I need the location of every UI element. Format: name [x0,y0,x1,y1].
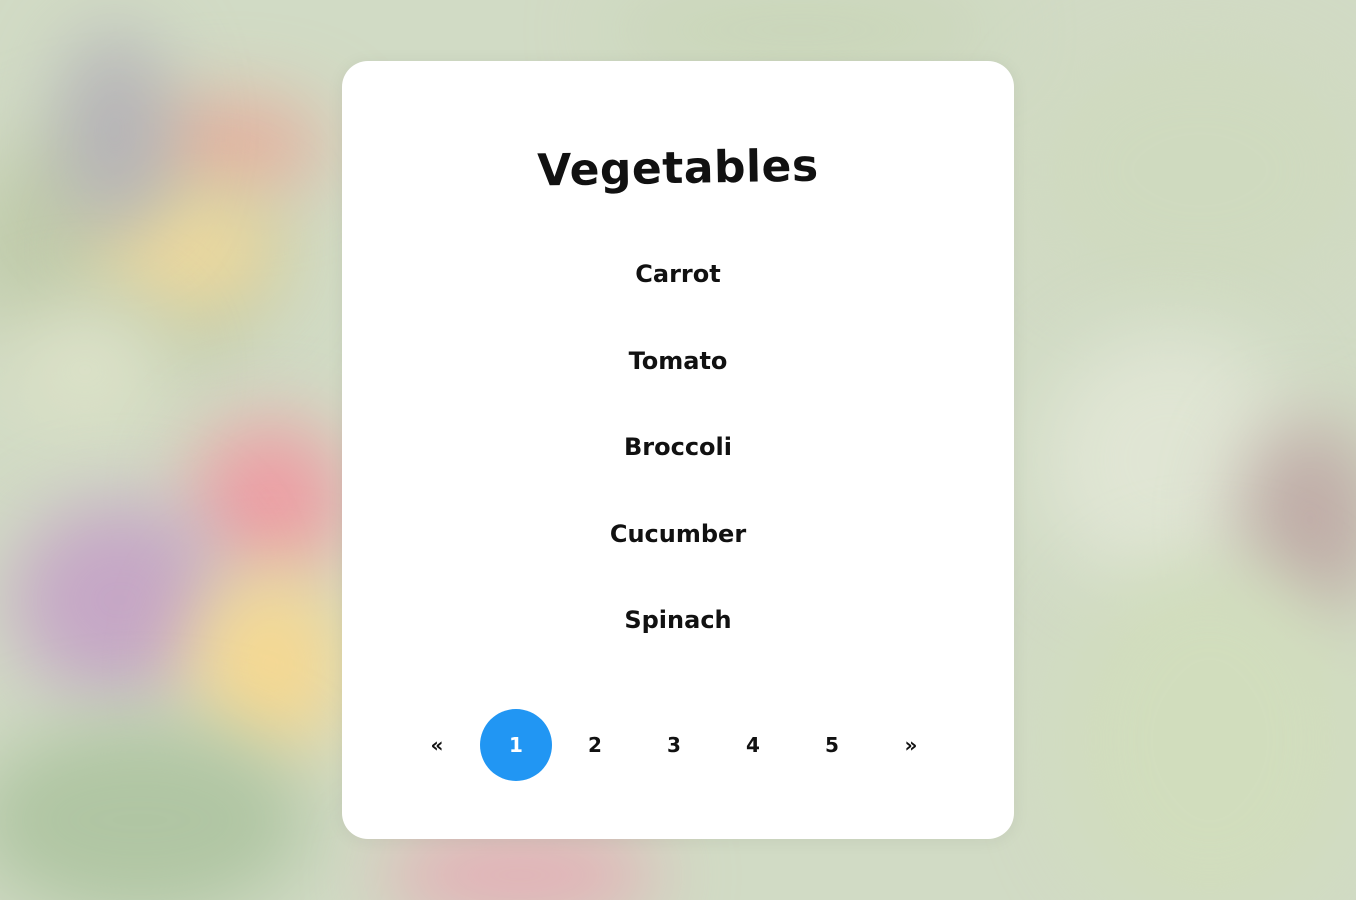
card-title: Vegetables [536,140,820,197]
page-button-4[interactable]: 4 [717,709,789,781]
list-item: Cucumber [609,519,747,548]
pagination: « 1 2 3 4 5 » [342,709,1014,781]
previous-page-button[interactable]: « [401,709,473,781]
page-button-1[interactable]: 1 [480,709,552,781]
next-page-button[interactable]: » [875,709,947,781]
vegetable-list: Carrot Tomato Broccoli Cucumber Spinach [342,251,1014,684]
page-button-3[interactable]: 3 [638,709,710,781]
vegetables-card: Vegetables Carrot Tomato Broccoli Cucumb… [342,61,1014,839]
list-item: Broccoli [623,433,732,461]
list-item: Spinach [624,606,732,634]
page-button-2[interactable]: 2 [559,709,631,781]
page-button-5[interactable]: 5 [796,709,868,781]
list-item: Tomato [628,346,728,375]
list-item: Carrot [635,260,721,288]
